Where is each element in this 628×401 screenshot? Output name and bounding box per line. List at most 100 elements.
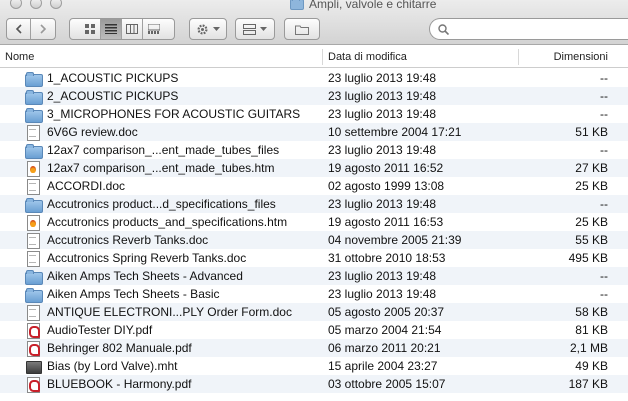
file-size: 2,1 MB xyxy=(569,341,608,355)
file-size: 25 KB xyxy=(575,215,608,229)
document-icon xyxy=(25,305,41,321)
icon-view-button[interactable] xyxy=(80,19,101,39)
file-date: 23 luglio 2013 19:48 xyxy=(328,107,437,121)
pdf-icon xyxy=(25,377,41,393)
window-controls xyxy=(10,0,62,9)
file-size: -- xyxy=(600,89,608,103)
column-header-date[interactable]: Data di modifica xyxy=(328,51,407,63)
file-name: Accutronics Spring Reverb Tanks.doc xyxy=(47,251,247,265)
folder-icon xyxy=(25,107,43,123)
zoom-window-button[interactable] xyxy=(50,0,62,9)
cover-flow-icon xyxy=(147,24,160,34)
forward-button[interactable] xyxy=(31,19,55,39)
file-date: 23 luglio 2013 19:48 xyxy=(328,89,437,103)
file-name: 2_ACOUSTIC PICKUPS xyxy=(47,89,179,103)
file-date: 23 luglio 2013 19:48 xyxy=(328,71,437,85)
arrange-menu-button[interactable] xyxy=(235,18,275,40)
column-header-name[interactable]: Nome xyxy=(5,51,34,63)
folder-icon xyxy=(25,89,43,105)
file-name: ANTIQUE ELECTRONI...PLY Order Form.doc xyxy=(47,305,292,319)
file-row[interactable]: Aiken Amps Tech Sheets - Advanced 23 lugl… xyxy=(0,267,628,285)
file-row[interactable]: Behringer 802 Manuale.pdf 06 marzo 2011 2… xyxy=(0,339,628,357)
file-name: 12ax7 comparison_...ent_made_tubes_files xyxy=(47,143,280,157)
minimize-window-button[interactable] xyxy=(30,0,42,9)
file-row[interactable]: Bias (by Lord Valve).mht 15 aprile 2004 2… xyxy=(0,357,628,375)
file-row[interactable]: BLUEBOOK - Harmony.pdf 03 ottobre 2005 15… xyxy=(0,375,628,393)
file-row[interactable]: Accutronics Reverb Tanks.doc 04 novembre … xyxy=(0,231,628,249)
view-mode-control xyxy=(69,18,175,40)
list-icon xyxy=(105,24,117,34)
html-file-icon xyxy=(25,161,41,177)
action-menu-button[interactable] xyxy=(189,18,227,40)
file-name: 3_MICROPHONES FOR ACOUSTIC GUITARS xyxy=(47,107,301,121)
web-archive-icon xyxy=(25,359,42,374)
file-row[interactable]: 12ax7 comparison_...ent_made_tubes_files… xyxy=(0,141,628,159)
file-size: 27 KB xyxy=(575,161,608,175)
file-size: 58 KB xyxy=(575,305,608,319)
column-header-size[interactable]: Dimensioni xyxy=(554,51,608,63)
file-row[interactable]: Accutronics product...d_specifications_f… xyxy=(0,195,628,213)
search-field[interactable] xyxy=(429,18,628,40)
column-separator[interactable] xyxy=(322,49,323,65)
chevron-down-icon xyxy=(260,26,267,31)
file-size: -- xyxy=(600,143,608,157)
file-row[interactable]: 6V6G review.doc 10 settembre 2004 17:21 51… xyxy=(0,123,628,141)
column-view-button[interactable] xyxy=(122,19,143,39)
cover-flow-button[interactable] xyxy=(143,19,164,39)
window-title: Ampli, valvole e chitarre xyxy=(309,0,437,11)
file-name: 6V6G review.doc xyxy=(47,125,138,139)
file-size: 81 KB xyxy=(575,323,608,337)
file-date: 02 agosto 1999 13:08 xyxy=(328,179,445,193)
columns-icon xyxy=(126,24,138,34)
file-list: 1_ACOUSTIC PICKUPS 23 luglio 2013 19:48 --… xyxy=(0,69,628,393)
search-input[interactable] xyxy=(454,23,624,35)
file-name: Accutronics product...d_specifications_f… xyxy=(47,197,276,211)
file-size: 55 KB xyxy=(575,233,608,247)
file-name: Aiken Amps Tech Sheets - Advanced xyxy=(47,269,243,283)
file-date: 03 ottobre 2005 15:07 xyxy=(328,377,446,391)
file-size: 49 KB xyxy=(575,359,608,373)
pdf-icon xyxy=(25,341,41,357)
file-size: 495 KB xyxy=(568,251,608,265)
file-row[interactable]: 1_ACOUSTIC PICKUPS 23 luglio 2013 19:48 -- xyxy=(0,69,628,87)
chevron-right-icon xyxy=(40,24,47,34)
folder-icon xyxy=(25,143,43,159)
file-date: 23 luglio 2013 19:48 xyxy=(328,287,437,301)
window-title-area: Ampli, valvole e chitarre xyxy=(290,0,436,11)
file-row[interactable]: Accutronics products_and_specifications.… xyxy=(0,213,628,231)
file-row[interactable]: AudioTester DIY.pdf 05 marzo 2004 21:54 81… xyxy=(0,321,628,339)
file-size: 187 KB xyxy=(568,377,608,391)
document-icon xyxy=(25,125,41,141)
file-row[interactable]: Aiken Amps Tech Sheets - Basic 23 luglio … xyxy=(0,285,628,303)
folder-icon xyxy=(25,71,43,87)
gear-icon xyxy=(197,23,208,35)
file-row[interactable]: Accutronics Spring Reverb Tanks.doc 31 ot… xyxy=(0,249,628,267)
column-separator[interactable] xyxy=(518,49,519,65)
new-folder-button[interactable] xyxy=(284,18,320,40)
file-name: Accutronics products_and_specifications.… xyxy=(47,215,288,229)
file-date: 05 marzo 2004 21:54 xyxy=(328,323,442,337)
file-date: 23 luglio 2013 19:48 xyxy=(328,143,437,157)
list-view-button[interactable] xyxy=(101,19,122,39)
file-name: 1_ACOUSTIC PICKUPS xyxy=(47,71,179,85)
title-bar: Ampli, valvole e chitarre xyxy=(0,0,628,45)
document-icon xyxy=(25,251,41,267)
file-row[interactable]: 3_MICROPHONES FOR ACOUSTIC GUITARS 23 lug… xyxy=(0,105,628,123)
file-date: 19 agosto 2011 16:52 xyxy=(328,161,444,175)
file-row[interactable]: 2_ACOUSTIC PICKUPS 23 luglio 2013 19:48 -- xyxy=(0,87,628,105)
file-size: -- xyxy=(600,287,608,301)
file-size: -- xyxy=(600,107,608,121)
back-button[interactable] xyxy=(7,19,31,39)
file-date: 04 novembre 2005 21:39 xyxy=(328,233,462,247)
file-size: -- xyxy=(600,197,608,211)
document-icon xyxy=(25,179,41,195)
file-date: 19 agosto 2011 16:53 xyxy=(328,215,444,229)
file-row[interactable]: ACCORDI.doc 02 agosto 1999 13:08 25 KB xyxy=(0,177,628,195)
file-size: 25 KB xyxy=(575,179,608,193)
file-row[interactable]: 12ax7 comparison_...ent_made_tubes.htm 19… xyxy=(0,159,628,177)
close-window-button[interactable] xyxy=(10,0,22,9)
file-row[interactable]: ANTIQUE ELECTRONI...PLY Order Form.doc 05… xyxy=(0,303,628,321)
file-date: 06 marzo 2011 20:21 xyxy=(328,341,441,355)
document-icon xyxy=(25,233,41,249)
folder-add-icon xyxy=(295,25,309,35)
